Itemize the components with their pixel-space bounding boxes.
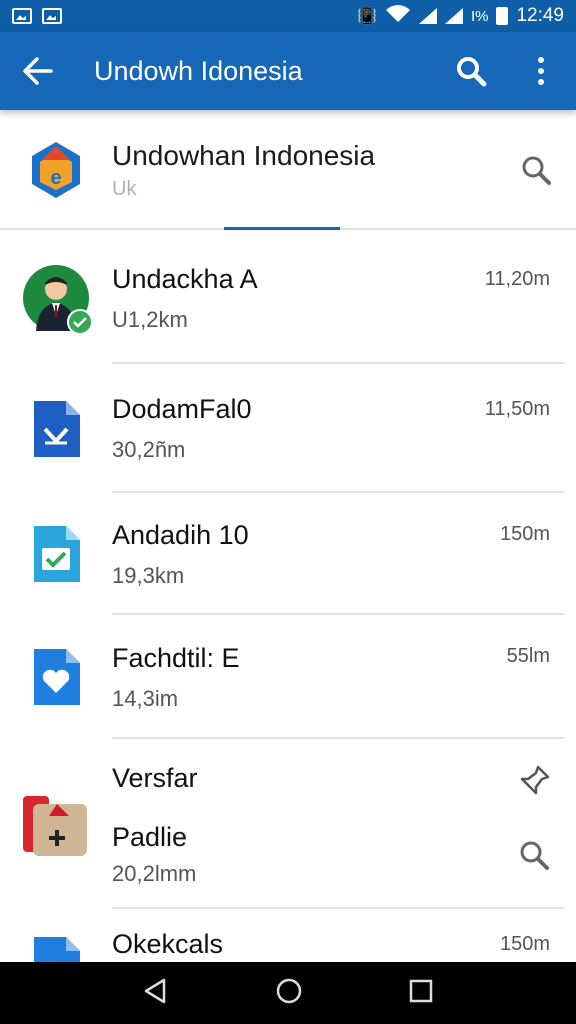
- item-time: 11,20m: [484, 268, 550, 290]
- list-item[interactable]: Andadih 10 19,3km 150m: [0, 493, 576, 615]
- header-search-button[interactable]: [496, 154, 576, 186]
- item-distance: 19,3km: [112, 562, 185, 588]
- header-title: Undowhan Indonesia: [112, 139, 376, 171]
- nav-back-icon: [144, 978, 166, 1003]
- system-nav-bar: [0, 962, 576, 1024]
- more-options-button[interactable]: [506, 32, 576, 110]
- signal-icon-2: [444, 8, 463, 24]
- house-logo-icon: e: [32, 142, 80, 198]
- item-distance: 30,2ñm: [112, 437, 186, 462]
- pin-button[interactable]: [520, 765, 550, 800]
- verified-check-icon: [67, 309, 93, 335]
- list-item[interactable]: Fachdtil: E 14,3im 55lm: [0, 615, 576, 739]
- result-list: Undackha A U1,2km 11,20m DodamFal0 30,2ñ…: [0, 232, 576, 993]
- item-search-button[interactable]: [518, 839, 550, 876]
- download-doc-icon: [34, 400, 80, 457]
- item-title-secondary: Padlie: [112, 822, 188, 852]
- signal-icon: [418, 8, 437, 24]
- more-vert-icon: [538, 57, 544, 85]
- checked-doc-icon: [34, 526, 80, 582]
- nav-back-button[interactable]: [142, 977, 170, 1010]
- svg-text:e: e: [50, 167, 61, 189]
- heart-doc-icon: [34, 649, 80, 705]
- nav-home-icon: [276, 978, 302, 1003]
- arrow-back-icon: [23, 57, 53, 85]
- pin-icon: [520, 765, 550, 795]
- item-time: 55lm: [506, 645, 550, 667]
- avatar: [23, 265, 93, 335]
- status-time: 12:49: [516, 5, 564, 26]
- list-item[interactable]: Versfar Padlie 20,2lmm: [0, 739, 576, 909]
- item-distance: 20,2lmm: [112, 861, 197, 886]
- item-distance: 14,3im: [112, 685, 179, 711]
- header-card[interactable]: e Undowhan Indonesia Uk: [0, 112, 576, 230]
- item-time: 150m: [499, 933, 550, 955]
- search-button[interactable]: [436, 32, 506, 110]
- list-item[interactable]: DodamFal0 30,2ñm 11,50m: [0, 364, 576, 493]
- search-icon: [520, 841, 549, 870]
- photo-notification-icon: [42, 8, 62, 24]
- status-bar: 📳 I% 12:49: [0, 0, 576, 32]
- app-title: Undowh Idonesia: [94, 55, 303, 86]
- item-title: Versfar: [112, 763, 198, 793]
- item-title: Undackha A: [112, 263, 258, 294]
- nav-home-button[interactable]: [274, 976, 304, 1011]
- search-icon: [522, 156, 551, 185]
- item-title: Fachdtil: E: [112, 642, 240, 673]
- item-title: Okekcals: [112, 929, 224, 959]
- battery-icon: [496, 7, 509, 25]
- vibrate-icon: 📳: [357, 8, 377, 25]
- medical-box-icon: [23, 796, 87, 856]
- nav-recents-button[interactable]: [408, 978, 434, 1009]
- image-notification-icon: [12, 8, 32, 24]
- item-distance: U1,2km: [112, 306, 188, 332]
- list-item[interactable]: Undackha A U1,2km 11,20m: [0, 232, 576, 364]
- nav-recents-icon: [409, 979, 433, 1002]
- search-icon: [457, 57, 487, 87]
- app-bar: Undowh Idonesia: [0, 32, 576, 110]
- back-button[interactable]: [0, 32, 76, 110]
- item-title: DodamFal0: [112, 394, 252, 424]
- wifi-icon: [385, 4, 411, 28]
- tab-indicator: [224, 227, 340, 230]
- header-subtitle: Uk: [112, 177, 137, 200]
- item-time: 150m: [499, 523, 550, 545]
- item-time: 11,50m: [484, 398, 550, 420]
- battery-percent: I%: [470, 7, 489, 25]
- item-title: Andadih 10: [112, 519, 249, 550]
